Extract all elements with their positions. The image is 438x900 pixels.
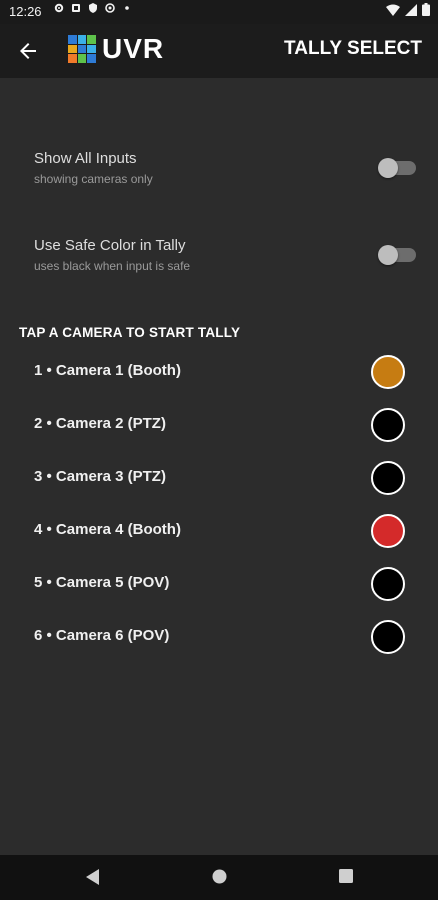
shield-icon xyxy=(89,3,97,13)
tally-indicator[interactable] xyxy=(371,620,405,654)
camera-label: 4 • Camera 4 (Booth) xyxy=(34,521,181,538)
tally-indicator[interactable] xyxy=(371,514,405,548)
system-nav-bar xyxy=(0,855,438,900)
camera-label: 5 • Camera 5 (POV) xyxy=(34,574,170,591)
battery-icon xyxy=(422,3,430,16)
camera-label: 3 • Camera 3 (PTZ) xyxy=(34,468,166,485)
status-time: 12:26 xyxy=(9,4,42,19)
app-bar: UVR TALLY SELECT xyxy=(0,24,438,78)
camera-label: 2 • Camera 2 (PTZ) xyxy=(34,415,166,432)
recents-nav-icon[interactable] xyxy=(339,869,353,883)
setting-show-all-inputs: Show All Inputs showing cameras only xyxy=(34,150,414,186)
camera-row-3[interactable]: 3 • Camera 3 (PTZ) xyxy=(0,453,438,503)
wifi-icon xyxy=(386,4,400,16)
status-icons-left xyxy=(54,3,132,13)
page-title: TALLY SELECT xyxy=(284,38,422,59)
setting-label: Use Safe Color in Tally xyxy=(34,237,186,254)
logo-text: UVR xyxy=(102,33,165,64)
toggle-knob xyxy=(378,158,398,178)
setting-subtitle: uses black when input is safe xyxy=(34,259,191,273)
camera-row-4[interactable]: 4 • Camera 4 (Booth) xyxy=(0,506,438,556)
use-safe-color-toggle[interactable] xyxy=(378,245,416,265)
logo-grid-cell xyxy=(77,35,87,44)
camera-row-5[interactable]: 5 • Camera 5 (POV) xyxy=(0,559,438,609)
notification-icon xyxy=(72,4,80,12)
tally-indicator[interactable] xyxy=(371,408,405,442)
status-icons-right xyxy=(386,3,430,16)
camera-label: 6 • Camera 6 (POV) xyxy=(34,627,170,644)
logo-grid-cell xyxy=(68,54,77,63)
toggle-knob xyxy=(378,245,398,265)
logo-grid-icon xyxy=(68,35,96,63)
camera-row-6[interactable]: 6 • Camera 6 (POV) xyxy=(0,612,438,662)
logo-grid-cell xyxy=(68,44,77,54)
show-all-inputs-toggle[interactable] xyxy=(378,158,416,178)
tally-indicator[interactable] xyxy=(371,567,405,601)
home-nav-icon[interactable] xyxy=(212,869,227,884)
setting-label: Show All Inputs xyxy=(34,150,137,167)
tally-indicator[interactable] xyxy=(371,355,405,389)
setting-subtitle: showing cameras only xyxy=(34,172,153,186)
logo-grid-cell xyxy=(87,35,96,44)
back-arrow-icon[interactable] xyxy=(16,39,40,63)
logo-grid-cell xyxy=(77,54,87,63)
vpn-icon xyxy=(105,3,115,13)
section-header: TAP A CAMERA TO START TALLY xyxy=(19,325,241,340)
camera-label: 1 • Camera 1 (Booth) xyxy=(34,362,181,379)
signal-icon xyxy=(405,3,417,16)
logo-grid-cell xyxy=(87,44,96,54)
logo-grid-cell xyxy=(68,35,77,44)
back-nav-icon[interactable] xyxy=(86,869,100,885)
settings-icon xyxy=(54,3,64,13)
setting-use-safe-color: Use Safe Color in Tally uses black when … xyxy=(34,237,414,273)
camera-row-1[interactable]: 1 • Camera 1 (Booth) xyxy=(0,347,438,397)
camera-row-2[interactable]: 2 • Camera 2 (PTZ) xyxy=(0,400,438,450)
tally-indicator[interactable] xyxy=(371,461,405,495)
logo-grid-cell xyxy=(77,44,87,54)
logo-grid-cell xyxy=(87,54,96,63)
uvr-logo: UVR xyxy=(68,35,164,63)
status-bar: 12:26 xyxy=(0,0,438,24)
dot-icon xyxy=(125,6,129,10)
